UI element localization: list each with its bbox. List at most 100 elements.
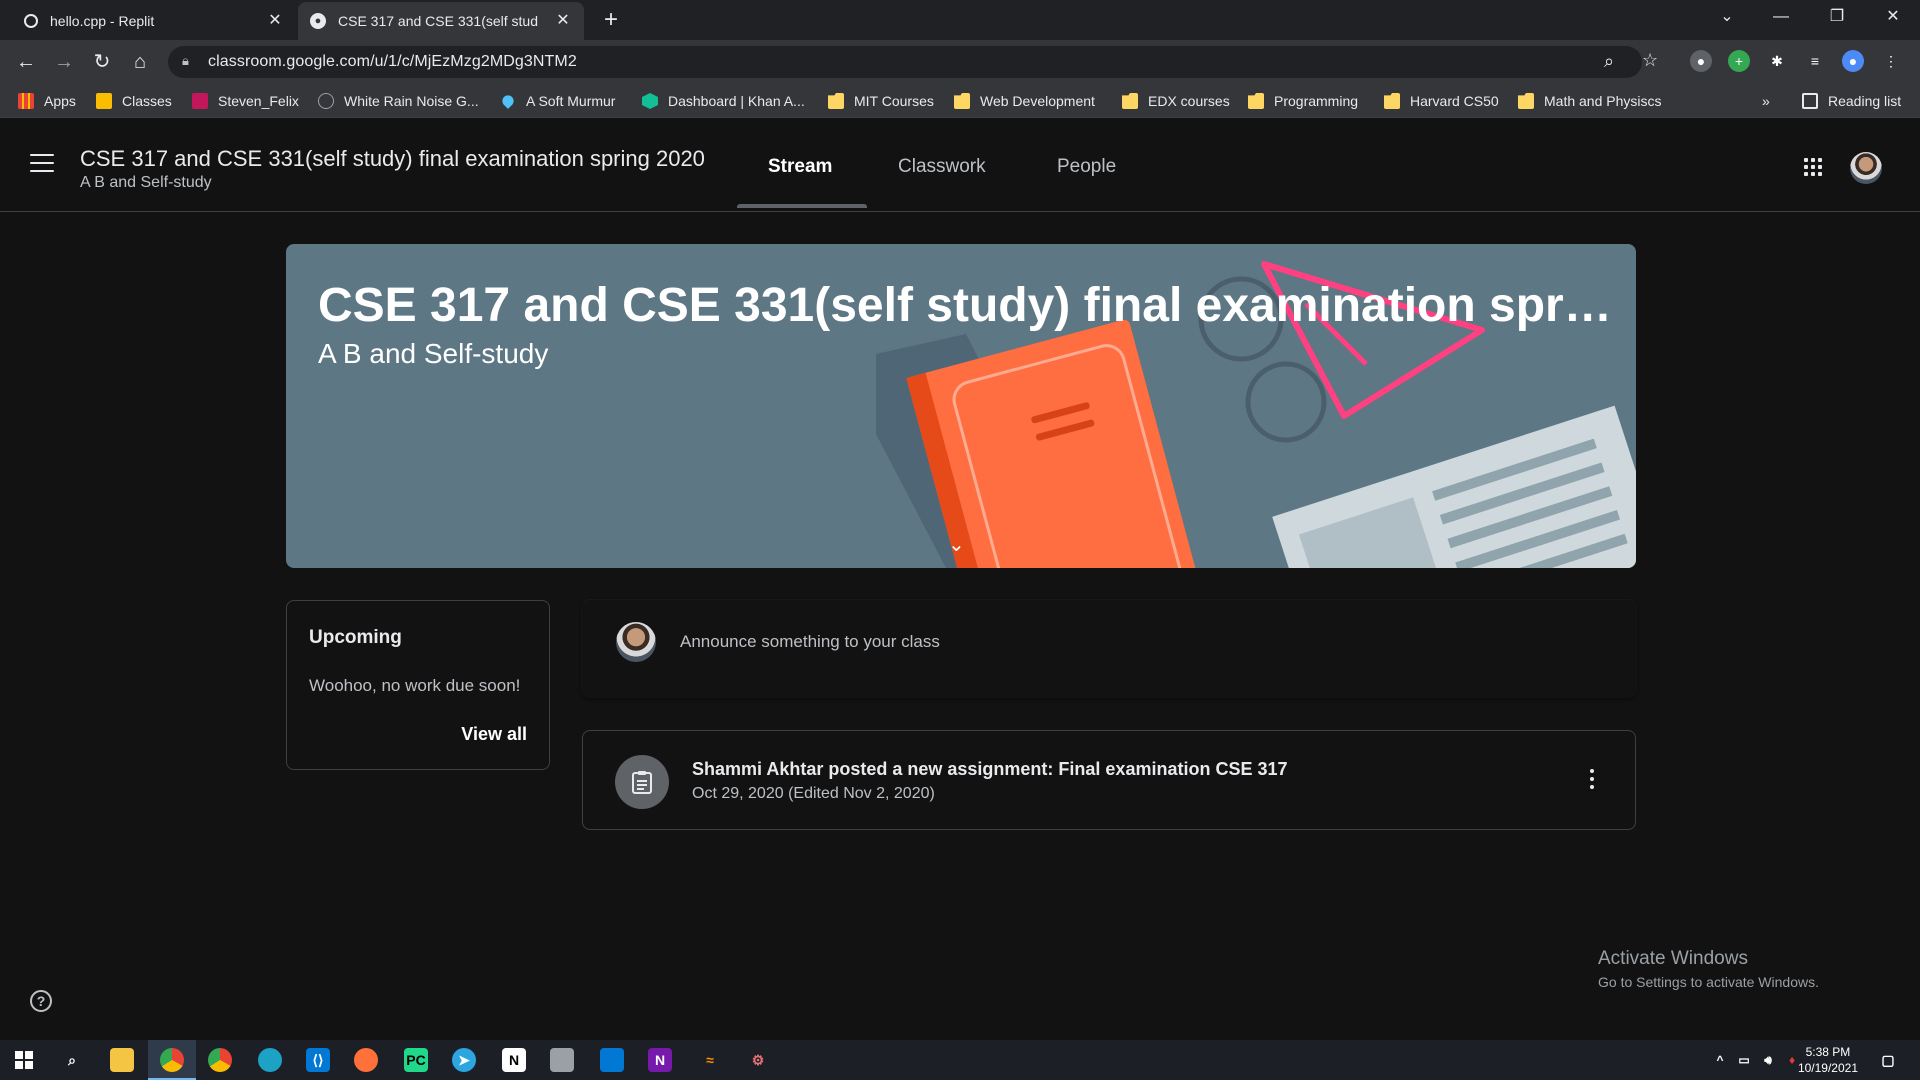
reload-icon[interactable]: ↻ <box>88 48 116 76</box>
settings-gear-icon[interactable]: ⚙ <box>746 1048 770 1072</box>
tab-people[interactable]: People <box>1057 156 1116 178</box>
calculator-icon[interactable] <box>600 1048 624 1072</box>
activate-windows-watermark: Activate Windows Go to Settings to activ… <box>1598 948 1819 990</box>
windows-start-icon[interactable] <box>12 1048 36 1072</box>
extension-add-icon[interactable]: + <box>1728 50 1750 72</box>
user-avatar <box>616 622 656 662</box>
lock-icon[interactable]: 🔒︎ <box>182 53 189 69</box>
bookmark-star-icon[interactable]: ☆ <box>1642 50 1658 71</box>
bookmark-khan[interactable]: Dashboard | Khan A... <box>642 92 805 110</box>
file-explorer-icon[interactable] <box>110 1048 134 1072</box>
back-icon[interactable]: ← <box>12 48 40 76</box>
notion-icon[interactable]: N <box>502 1048 526 1072</box>
clock[interactable]: 5:38 PM 10/19/2021 <box>1798 1044 1858 1076</box>
bookmark-label: Harvard CS50 <box>1410 93 1499 109</box>
search-icon[interactable]: ⌕ <box>60 1048 84 1072</box>
bookmark-harvard[interactable]: Harvard CS50 <box>1384 92 1499 110</box>
chevron-down-icon[interactable]: ⌄ <box>948 532 965 557</box>
watermark-subtitle: Go to Settings to activate Windows. <box>1598 974 1819 990</box>
bookmark-steven-felix[interactable]: Steven_Felix <box>192 92 299 110</box>
close-tab-icon[interactable]: ✕ <box>266 12 284 30</box>
bookmark-soft-murmur[interactable]: A Soft Murmur <box>500 92 615 110</box>
app-icon[interactable] <box>550 1048 574 1072</box>
announce-placeholder[interactable]: Announce something to your class <box>680 632 940 652</box>
extensions-puzzle-icon[interactable]: ✱ <box>1766 50 1788 72</box>
class-title[interactable]: CSE 317 and CSE 331(self study) final ex… <box>80 146 705 172</box>
upcoming-title: Upcoming <box>309 627 402 648</box>
account-avatar[interactable] <box>1850 152 1882 184</box>
bookmark-mit[interactable]: MIT Courses <box>828 92 934 110</box>
tab-title: CSE 317 and CSE 331(self study) <box>338 13 538 29</box>
tab-stream[interactable]: Stream <box>768 156 832 178</box>
bookmark-white-rain[interactable]: White Rain Noise G... <box>318 92 479 110</box>
network-icon[interactable]: ▭ <box>1732 1048 1756 1072</box>
more-options-icon[interactable] <box>1589 769 1595 791</box>
bookmark-apps[interactable]: Apps <box>18 92 76 110</box>
post-date: Oct 29, 2020 (Edited Nov 2, 2020) <box>692 785 935 802</box>
restore-button[interactable]: ❐ <box>1810 0 1864 34</box>
chrome-profile-icon[interactable] <box>208 1048 232 1072</box>
onenote-icon[interactable]: N <box>648 1048 672 1072</box>
pycharm-icon[interactable]: PC <box>404 1048 428 1072</box>
reading-list-icon <box>1802 93 1818 109</box>
hamburger-menu-icon[interactable] <box>30 154 54 174</box>
browser-tab-strip: hello.cpp - Replit ✕ ● CSE 317 and CSE 3… <box>0 0 1920 40</box>
close-window-button[interactable]: ✕ <box>1866 0 1920 34</box>
browser-tab-classroom[interactable]: ● CSE 317 and CSE 331(self study) ✕ <box>298 2 584 40</box>
tab-classwork[interactable]: Classwork <box>898 156 986 178</box>
assignment-post[interactable]: Shammi Akhtar posted a new assignment: F… <box>582 730 1636 830</box>
replit-favicon-icon <box>24 14 38 28</box>
browser-tab-replit[interactable]: hello.cpp - Replit ✕ <box>12 2 296 40</box>
chrome-menu-icon[interactable]: ⋮ <box>1880 50 1902 72</box>
firefox-icon[interactable] <box>354 1048 378 1072</box>
tab-search-icon[interactable]: ⌄ <box>1700 0 1754 34</box>
bookmark-web-dev[interactable]: Web Development <box>954 92 1095 110</box>
upcoming-card: Upcoming Woohoo, no work due soon! View … <box>286 600 550 770</box>
browser-toolbar: ← → ↻ ⌂ 🔒︎ classroom.google.com/u/1/c/Mj… <box>0 40 1920 84</box>
zoom-icon[interactable]: ⌕ <box>1604 51 1614 72</box>
bookmark-edx[interactable]: EDX courses <box>1122 92 1230 110</box>
bookmark-label: Web Development <box>980 93 1095 109</box>
bookmark-label: A Soft Murmur <box>526 93 616 109</box>
google-apps-icon[interactable] <box>1804 158 1822 176</box>
assignment-icon <box>615 755 669 809</box>
volume-icon[interactable]: 🔊︎ <box>1756 1048 1780 1072</box>
sublime-icon[interactable]: ≈ <box>698 1048 722 1072</box>
home-icon[interactable]: ⌂ <box>126 48 154 76</box>
bookmark-programming[interactable]: Programming <box>1248 92 1358 110</box>
chrome-icon[interactable] <box>160 1048 184 1072</box>
close-tab-icon[interactable]: ✕ <box>554 12 572 30</box>
upcoming-message: Woohoo, no work due soon! <box>309 676 521 695</box>
water-drop-icon <box>500 93 516 109</box>
help-icon[interactable]: ? <box>30 990 52 1012</box>
class-section: A B and Self-study <box>80 174 212 191</box>
banner-title: CSE 317 and CSE 331(self study) final ex… <box>318 279 1618 332</box>
address-bar[interactable]: 🔒︎ classroom.google.com/u/1/c/MjEzMzg2MD… <box>168 46 1642 78</box>
more-bookmarks-button[interactable]: » <box>1762 92 1770 110</box>
announce-box[interactable]: Announce something to your class <box>582 600 1636 698</box>
extension-1-icon[interactable]: ● <box>1690 50 1712 72</box>
telegram-icon[interactable]: ➤ <box>452 1048 476 1072</box>
classroom-icon <box>96 93 112 109</box>
bookmark-classes[interactable]: Classes <box>96 92 172 110</box>
minimize-button[interactable]: — <box>1754 0 1808 34</box>
reading-list-icon[interactable]: ≡ <box>1804 50 1826 72</box>
watermark-title: Activate Windows <box>1598 948 1748 969</box>
view-all-link[interactable]: View all <box>461 724 527 745</box>
new-tab-button[interactable]: + <box>598 8 624 34</box>
vscode-icon[interactable]: ⟨⟩ <box>306 1048 330 1072</box>
tab-title: hello.cpp - Replit <box>50 13 155 29</box>
reading-list-button[interactable]: Reading list <box>1802 92 1901 110</box>
post-title[interactable]: Shammi Akhtar posted a new assignment: F… <box>692 759 1288 780</box>
windows-taskbar: ⌕ ⟨⟩ PC ➤ N N ≈ ⚙ ^ ▭ 🔊︎ ♦ 5:38 PM 10/19… <box>0 1040 1920 1080</box>
url-text: classroom.google.com/u/1/c/MjEzMzg2MDg3N… <box>208 53 577 70</box>
notification-icon[interactable]: ▢ <box>1876 1048 1900 1072</box>
tray-chevron-icon[interactable]: ^ <box>1708 1048 1732 1072</box>
khan-academy-icon <box>642 93 658 109</box>
bookmark-math-physics[interactable]: Math and Physiscs <box>1518 92 1662 110</box>
forward-icon[interactable]: → <box>50 48 78 76</box>
profile-icon[interactable]: ● <box>1842 50 1864 72</box>
bookmark-label: Programming <box>1274 93 1359 109</box>
edge-icon[interactable] <box>258 1048 282 1072</box>
more-bookmarks-label: » <box>1762 93 1770 109</box>
